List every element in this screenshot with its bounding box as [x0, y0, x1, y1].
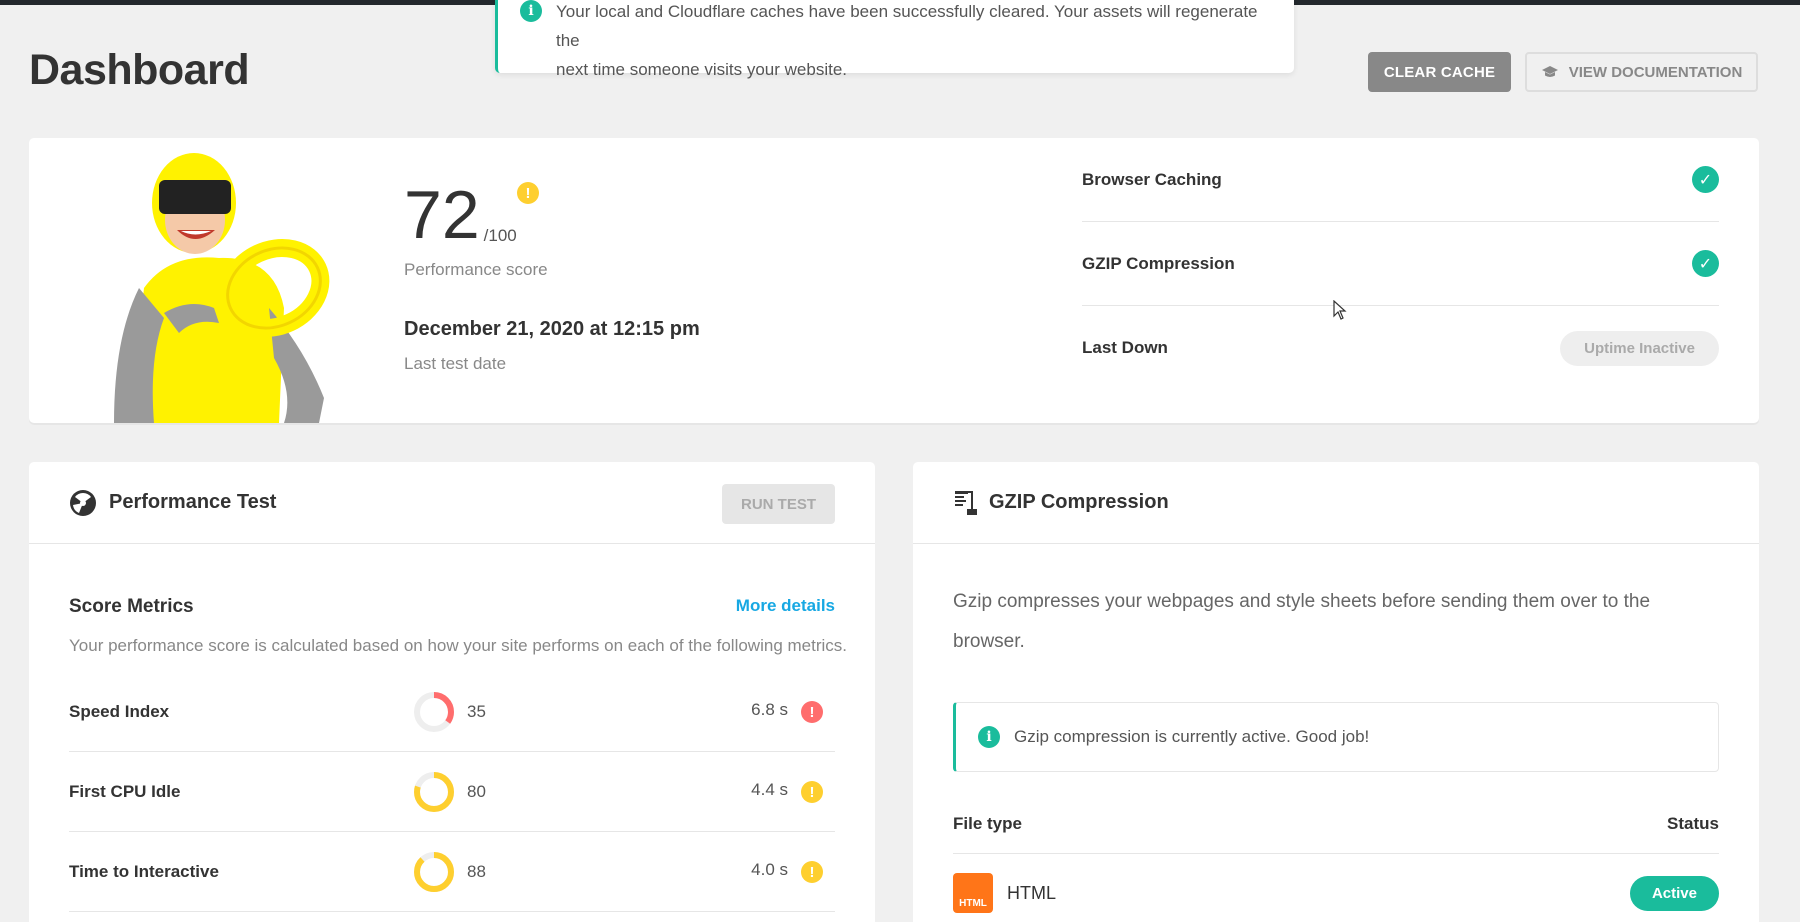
- score-ring: [414, 772, 454, 812]
- page-title: Dashboard: [29, 46, 250, 94]
- file-type-table-header: File type Status: [953, 814, 1719, 854]
- summary-card: 72 /100 ! Performance score December 21,…: [29, 138, 1759, 423]
- run-test-button[interactable]: RUN TEST: [722, 484, 835, 524]
- metric-row-first-cpu-idle: First CPU Idle 80 4.4 s !: [69, 752, 835, 832]
- performance-test-header: Performance Test RUN TEST: [29, 462, 875, 544]
- gzip-description: Gzip compresses your webpages and style …: [953, 591, 1651, 652]
- metric-name: Time to Interactive: [69, 861, 219, 881]
- mouse-cursor-icon: [1333, 300, 1347, 320]
- clear-cache-button[interactable]: CLEAR CACHE: [1368, 52, 1511, 92]
- performance-test-title: Performance Test: [109, 491, 277, 513]
- graduation-cap-icon: [1541, 66, 1558, 77]
- warning-icon: !: [517, 182, 539, 204]
- score-ring: [414, 852, 454, 892]
- performance-gauge-icon: [70, 489, 96, 516]
- performance-score: 72 /100 !: [404, 177, 539, 253]
- metric-row-time-to-interactive: Time to Interactive 88 4.0 s !: [69, 832, 835, 912]
- metrics-list: Speed Index 35 6.8 s ! First CPU Idle 80…: [69, 672, 835, 912]
- cache-cleared-notice: i Your local and Cloudflare caches have …: [495, 0, 1294, 79]
- file-type-row-html: HTML HTML Active: [953, 872, 1719, 914]
- view-documentation-button[interactable]: VIEW DOCUMENTATION: [1525, 52, 1758, 92]
- last-test-date-label: Last test date: [404, 354, 507, 373]
- more-details-link[interactable]: More details: [736, 596, 835, 618]
- status-list: Browser Caching ✓ GZIP Compression ✓ Las…: [1082, 138, 1719, 390]
- file-type-name: HTML: [1007, 882, 1056, 903]
- check-icon: ✓: [1692, 166, 1719, 193]
- metric-score: 80: [467, 781, 486, 801]
- gzip-compression-header: GZIP Compression: [913, 462, 1759, 544]
- metric-time: 6.8 s: [751, 700, 788, 719]
- status-label: GZIP Compression: [1082, 253, 1235, 273]
- metric-time: 4.0 s: [751, 860, 788, 879]
- score-ring: [414, 692, 454, 732]
- notice-line-1: Your local and Cloudflare caches have be…: [556, 2, 1258, 50]
- gzip-active-notice: i Gzip compression is currently active. …: [953, 702, 1719, 772]
- view-documentation-label: VIEW DOCUMENTATION: [1568, 63, 1743, 81]
- metric-row-speed-index: Speed Index 35 6.8 s !: [69, 672, 835, 752]
- performance-test-card: Performance Test RUN TEST Score Metrics …: [29, 462, 875, 922]
- metric-time: 4.4 s: [751, 780, 788, 799]
- info-icon: i: [978, 726, 1000, 748]
- metric-score: 88: [467, 861, 486, 881]
- score-value: 72: [404, 177, 480, 253]
- active-status-badge: Active: [1629, 876, 1719, 911]
- status-row-gzip-compression: GZIP Compression ✓: [1082, 222, 1719, 306]
- metric-name: First CPU Idle: [69, 781, 181, 801]
- gzip-compression-title: GZIP Compression: [989, 491, 1169, 513]
- status-header: Status: [1667, 814, 1719, 833]
- compress-icon: [955, 490, 977, 515]
- gzip-notice-text: Gzip compression is currently active. Go…: [1014, 727, 1370, 746]
- info-icon: i: [520, 0, 542, 22]
- metric-score: 35: [467, 701, 486, 721]
- error-icon: !: [801, 701, 823, 723]
- file-type-header: File type: [953, 814, 1022, 833]
- status-label: Last Down: [1082, 338, 1168, 357]
- last-test-date: December 21, 2020 at 12:15 pm: [404, 318, 700, 340]
- status-label: Browser Caching: [1082, 169, 1222, 189]
- status-row-last-down: Last Down Uptime Inactive: [1082, 306, 1719, 390]
- notice-line-2: next time someone visits your website.: [556, 60, 848, 79]
- uptime-inactive-badge[interactable]: Uptime Inactive: [1560, 330, 1719, 366]
- metric-name: Speed Index: [69, 701, 170, 721]
- check-icon: ✓: [1692, 250, 1719, 277]
- html-file-icon: HTML: [953, 873, 993, 913]
- score-metrics-header: Score Metrics More details: [69, 596, 835, 618]
- notice-text: Your local and Cloudflare caches have be…: [556, 0, 1266, 79]
- warning-icon: !: [801, 781, 823, 803]
- score-max: /100: [483, 226, 517, 245]
- mascot-illustration: [114, 153, 330, 423]
- performance-score-label: Performance score: [404, 260, 548, 279]
- status-row-browser-caching: Browser Caching ✓: [1082, 138, 1719, 222]
- score-metrics-title: Score Metrics: [69, 596, 194, 617]
- score-metrics-description: Your performance score is calculated bas…: [69, 636, 847, 655]
- gzip-compression-card: GZIP Compression Gzip compresses your we…: [913, 462, 1759, 922]
- warning-icon: !: [801, 861, 823, 883]
